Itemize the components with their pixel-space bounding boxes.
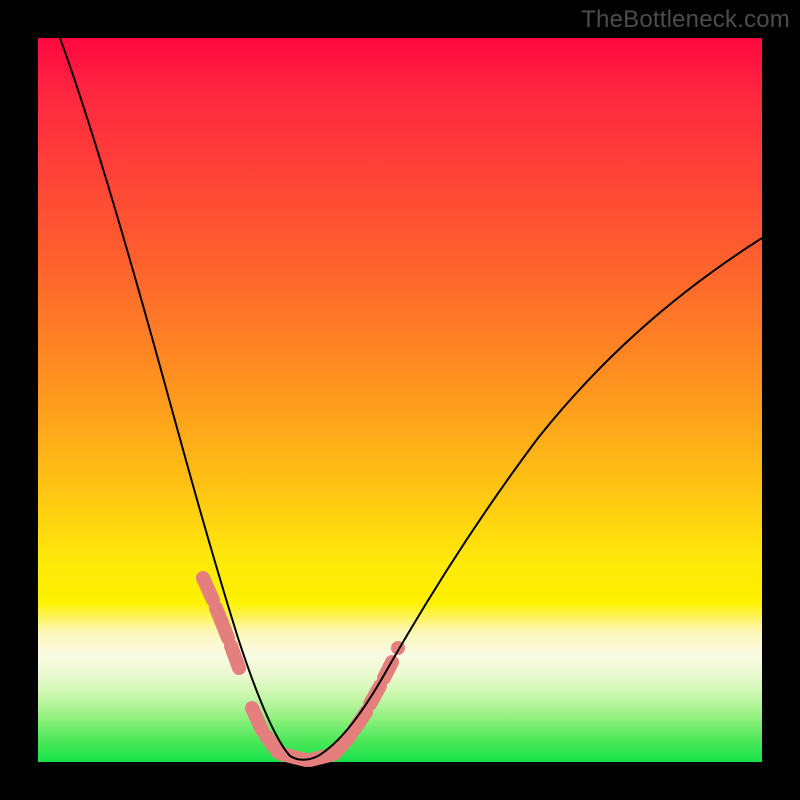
highlight-floor-1 xyxy=(252,708,262,730)
highlight-group xyxy=(203,578,405,760)
curve-right-branch xyxy=(290,238,762,760)
curve-left-branch xyxy=(60,38,290,756)
highlight-floor-2 xyxy=(266,736,278,752)
highlight-left-1 xyxy=(203,578,213,600)
watermark-text: TheBottleneck.com xyxy=(581,6,790,34)
chart-frame: TheBottleneck.com xyxy=(0,0,800,800)
curve-layer xyxy=(38,38,762,762)
highlight-left-2 xyxy=(216,608,228,638)
highlight-right-2 xyxy=(354,712,366,730)
plot-area xyxy=(38,38,762,762)
highlight-left-3 xyxy=(231,646,239,668)
